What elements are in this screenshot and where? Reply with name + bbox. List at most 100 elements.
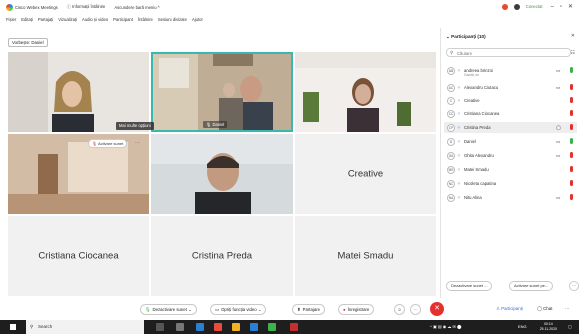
video-tile-matei[interactable]: Matei Smadu <box>295 216 436 296</box>
more-button[interactable]: ··· <box>410 304 421 315</box>
avatar: NA <box>447 193 455 202</box>
edge-icon[interactable] <box>250 323 258 331</box>
menu-audio-video[interactable]: Audio și video <box>82 17 108 22</box>
stop-video-button[interactable]: ▭ Opriți funcția video ⌄ <box>210 304 267 315</box>
participant-row[interactable]: AC ✧ Alexandru Ciutacu ▭ <box>444 82 577 93</box>
attendee-icon: ✧ <box>457 84 461 90</box>
menu-share[interactable]: Partajați <box>38 17 53 22</box>
menu-meeting[interactable]: Întâlnire <box>138 17 153 22</box>
search-icon: ⚲ <box>30 324 34 329</box>
participant-name: Nitu Alina <box>464 195 482 200</box>
cortana-icon[interactable] <box>156 323 164 331</box>
microphone-icon[interactable] <box>570 180 573 186</box>
more-options-icon[interactable]: ··· <box>135 140 140 146</box>
more-options-tooltip: Mai multe opțiuni <box>116 122 154 130</box>
video-tile-man[interactable] <box>151 134 293 214</box>
participant-video <box>8 134 149 214</box>
participants-panel: ⌄ Participanți (10) ✕ ⚲ ☷ AB✧andreea bri… <box>440 28 579 298</box>
more-options-icon[interactable]: ··· <box>569 281 579 291</box>
unmute-participant-button[interactable]: 🎙 Activare sunet <box>88 139 128 148</box>
microphone-icon[interactable] <box>570 110 573 116</box>
maximize-button[interactable]: ▫ <box>560 4 562 10</box>
camera-icon: ▭ <box>556 153 561 158</box>
connection-status[interactable]: Conectat <box>526 4 543 9</box>
video-tile-cristiana[interactable]: Cristiana Ciocanea <box>8 216 149 296</box>
video-tile-creative[interactable]: Creative <box>295 134 436 214</box>
participant-name: Matei Smadu <box>337 250 394 262</box>
panel-layout-icon[interactable]: ☷ <box>571 50 575 56</box>
participant-row[interactable]: C ✧ Creative <box>444 95 577 106</box>
participant-row[interactable]: NA ✧ Nitu Alina ▭ <box>444 192 577 203</box>
app-icon[interactable] <box>214 323 222 331</box>
attendee-icon: ✧ <box>457 194 461 200</box>
record-button[interactable]: ● Înregistrare <box>338 304 375 315</box>
webex-taskbar-icon[interactable] <box>268 323 276 331</box>
microphone-icon[interactable] <box>570 138 573 144</box>
windows-start-icon[interactable] <box>10 324 16 330</box>
video-tile-woman-2[interactable] <box>295 52 436 132</box>
clock[interactable]: 00:14 25.11.2020 <box>540 322 557 332</box>
camera-icon: ▭ <box>556 68 561 73</box>
panel-title[interactable]: ⌄ Participanți (10) <box>446 34 486 40</box>
participant-row[interactable]: GA ✧ Ghita Alexandru ▭ <box>444 150 577 161</box>
participants-button[interactable]: ♙ Participanți <box>496 306 523 312</box>
avatar: AB <box>447 66 455 75</box>
participant-name: Daniel <box>464 139 476 144</box>
taskbar-search[interactable]: ⚲ Search <box>26 320 144 334</box>
unmute-all-button[interactable]: Activare sunet pe... <box>509 281 554 291</box>
video-tile-daniel[interactable]: 🎙 Daniel <box>151 52 293 132</box>
participant-row[interactable]: AB ✧ andreea brinzoi Gazdă, eu ▭ <box>444 65 577 77</box>
microphone-icon[interactable] <box>570 97 573 103</box>
leave-meeting-button[interactable]: ✕ <box>430 302 444 316</box>
language-indicator[interactable]: ENG <box>518 324 527 329</box>
microphone-icon[interactable] <box>570 166 573 172</box>
share-button[interactable]: ⬆ Partajare <box>292 304 326 315</box>
microphone-icon[interactable] <box>570 67 573 73</box>
active-speaker-button[interactable]: Vorbește: Daniel <box>8 38 48 47</box>
pdf-icon[interactable] <box>290 323 298 331</box>
minimize-button[interactable]: – <box>550 4 553 10</box>
mute-button[interactable]: 🎙 Dezactivare sunet ⌄ <box>140 304 197 315</box>
chrome-icon[interactable] <box>232 323 240 331</box>
avatar: NC <box>447 179 455 188</box>
tray-icons[interactable]: ^ ▣ ▤ ◉ ☁ ✉ ⬤ <box>430 324 461 329</box>
attendee-icon: ✧ <box>457 180 461 186</box>
windows-taskbar: ⚲ Search ^ ▣ ▤ ◉ ☁ ✉ ⬤ ENG 00:14 25.11.20… <box>0 320 579 334</box>
menu-participant[interactable]: Participant <box>113 17 133 22</box>
hide-menu-bar-button[interactable]: Ascundere bară meniu ^ <box>114 5 159 10</box>
attendee-icon: ✧ <box>457 110 461 116</box>
task-view-icon[interactable] <box>176 323 184 331</box>
menu-view[interactable]: Vizualizați <box>58 17 77 22</box>
participant-row[interactable]: CC ✧ Cristiana Ciocanea <box>444 108 577 119</box>
video-tile-cristina[interactable]: Cristina Preda <box>151 216 293 296</box>
notifications-icon[interactable]: ▢ <box>568 324 572 329</box>
close-window-button[interactable]: ✕ <box>568 3 573 10</box>
avatar: MS <box>447 165 455 174</box>
mute-all-button[interactable]: Dezactivare sunet ... <box>446 281 493 291</box>
menu-help[interactable]: Ajutor <box>192 17 203 22</box>
participant-row[interactable]: CP ✧ Cristina Preda ◯ <box>444 122 577 133</box>
microphone-icon[interactable] <box>570 84 573 90</box>
explorer-icon[interactable] <box>196 323 204 331</box>
video-tile-woman-1[interactable] <box>8 52 149 132</box>
more-panels-button[interactable]: ··· <box>565 306 569 311</box>
participant-row[interactable]: MS ✧ Matei Smadu <box>444 164 577 175</box>
participant-name: Cristiana Ciocanea <box>38 250 119 262</box>
participant-video <box>153 54 291 130</box>
search-input[interactable] <box>457 50 557 56</box>
close-panel-icon[interactable]: ✕ <box>571 33 575 39</box>
menu-file[interactable]: Fișier <box>6 17 16 22</box>
chat-button[interactable]: ◯ Chat <box>537 306 552 312</box>
microphone-icon[interactable] <box>570 124 573 130</box>
microphone-icon[interactable] <box>570 194 573 200</box>
menu-breakout[interactable]: Sesiuni divizate <box>158 17 187 22</box>
microphone-icon[interactable] <box>570 152 573 158</box>
menu-edit[interactable]: Editați <box>21 17 33 22</box>
participant-row[interactable]: D ✧ Daniel ▭ <box>444 136 577 147</box>
reactions-button[interactable]: ☺ <box>394 304 405 315</box>
video-tile-room[interactable] <box>8 134 149 214</box>
participant-row[interactable]: NC ✧ Nicoleta capatina <box>444 178 577 189</box>
participant-name: Ghita Alexandru <box>464 153 494 158</box>
participant-search[interactable]: ⚲ <box>446 48 571 57</box>
meeting-info-link[interactable]: ⓘ Informații întâlnire <box>67 4 106 10</box>
